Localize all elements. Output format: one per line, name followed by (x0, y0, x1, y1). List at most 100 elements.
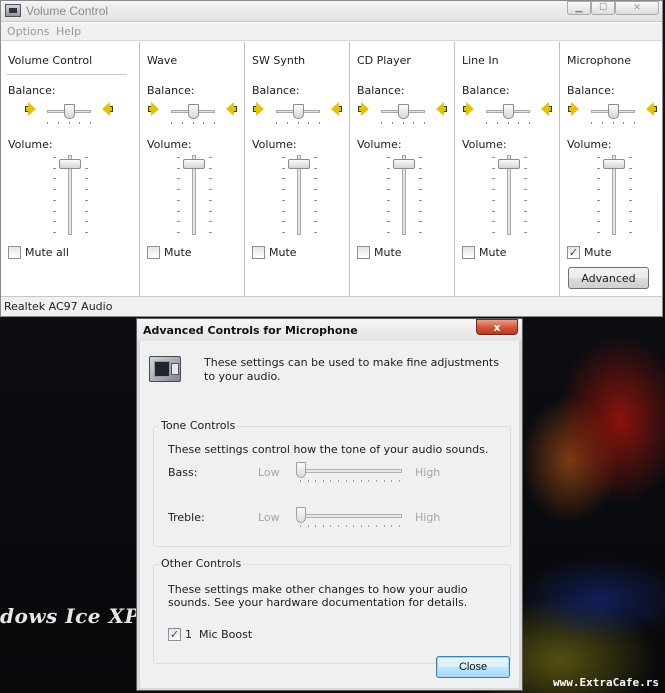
slider-thumb[interactable] (288, 159, 310, 169)
window-title: Volume Control (26, 4, 109, 18)
menu-options[interactable]: Options (7, 25, 49, 38)
treble-label: Treble: (168, 511, 205, 524)
slider-thumb[interactable] (398, 104, 409, 119)
volume-label: Volume: (357, 138, 402, 151)
mute-checkbox[interactable]: Mute (147, 246, 192, 259)
treble-slider[interactable] (296, 507, 402, 527)
column-title: CD Player (357, 54, 411, 67)
minimize-button[interactable]: ▁ (567, 1, 591, 15)
volume-slider[interactable] (282, 155, 317, 237)
column-wave: Wave Balance: Volume: Mute (140, 42, 244, 296)
slider-thumb[interactable] (296, 462, 306, 478)
mic-boost-checkbox[interactable]: ✓ 1 Mic Boost (168, 628, 252, 641)
column-cd-player: CD Player Balance: Volume: Mute (350, 42, 454, 296)
slider-thumb[interactable] (293, 104, 304, 119)
advanced-controls-dialog: Advanced Controls for Microphone x These… (136, 318, 523, 691)
slider-thumb[interactable] (608, 104, 619, 119)
mute-label: Mute (479, 246, 507, 259)
dialog-title-bar[interactable]: Advanced Controls for Microphone x (137, 319, 522, 341)
speaker-left-icon (253, 102, 265, 116)
bass-high-label: High (415, 466, 441, 479)
slider-thumb[interactable] (603, 159, 625, 169)
checkbox-box[interactable]: ✓ (567, 246, 580, 259)
checkbox-box[interactable] (357, 246, 370, 259)
close-icon: ✕ (633, 3, 641, 13)
mute-checkbox[interactable]: Mute (462, 246, 507, 259)
column-sw-synth: SW Synth Balance: Volume: Mute (245, 42, 349, 296)
watermark: www.ExtraCafe.rs (553, 676, 659, 689)
group-description: These settings control how the tone of y… (168, 443, 489, 456)
balance-label: Balance: (147, 84, 195, 97)
speaker-left-icon (358, 102, 370, 116)
menu-help[interactable]: Help (56, 25, 81, 38)
checkbox-box[interactable] (462, 246, 475, 259)
slider-thumb[interactable] (59, 159, 81, 169)
volume-slider[interactable] (597, 155, 632, 237)
balance-label: Balance: (357, 84, 405, 97)
group-description: These settings make other changes to how… (168, 583, 468, 609)
balance-slider[interactable] (381, 104, 425, 126)
column-volume-control: Volume Control Balance: Volume: Mute all (1, 42, 139, 296)
slider-thumb[interactable] (296, 507, 306, 523)
menu-bar: Options Help (1, 23, 662, 41)
speaker-right-icon (225, 102, 237, 116)
mute-label: Mute (164, 246, 192, 259)
column-title: Volume Control (8, 54, 93, 67)
bass-slider[interactable] (296, 462, 402, 482)
volume-control-app-icon (5, 4, 21, 17)
treble-high-label: High (415, 511, 441, 524)
speaker-right-icon (101, 102, 113, 116)
bass-low-label: Low (258, 466, 280, 479)
volume-slider[interactable] (177, 155, 212, 237)
balance-slider[interactable] (47, 104, 91, 126)
checkbox-box[interactable] (8, 246, 21, 259)
balance-slider[interactable] (486, 104, 530, 126)
column-title: SW Synth (252, 54, 306, 67)
dialog-body: These settings can be used to make fine … (141, 342, 518, 688)
audio-device-icon (149, 356, 181, 382)
mute-checkbox[interactable]: Mute (252, 246, 297, 259)
mute-checkbox[interactable]: Mute (357, 246, 402, 259)
slider-thumb[interactable] (64, 104, 75, 119)
balance-label: Balance: (462, 84, 510, 97)
checkbox-box[interactable]: ✓ (168, 628, 181, 641)
checkbox-box[interactable] (252, 246, 265, 259)
balance-slider[interactable] (171, 104, 215, 126)
speaker-left-icon (463, 102, 475, 116)
advanced-button[interactable]: Advanced (568, 267, 649, 289)
volume-slider[interactable] (53, 155, 88, 237)
speaker-right-icon (330, 102, 342, 116)
mute-label: Mute (269, 246, 297, 259)
volume-slider[interactable] (387, 155, 422, 237)
balance-slider[interactable] (276, 104, 320, 126)
speaker-right-icon (645, 102, 657, 116)
volume-slider[interactable] (492, 155, 527, 237)
dialog-close-button[interactable]: x (476, 319, 518, 335)
close-button[interactable]: Close (436, 656, 510, 678)
balance-slider[interactable] (591, 104, 635, 126)
speaker-left-icon (568, 102, 580, 116)
close-button[interactable]: ✕ (615, 1, 659, 15)
mic-boost-label: 1 Mic Boost (185, 628, 253, 641)
status-bar: Realtek AC97 Audio (1, 296, 662, 316)
volume-label: Volume: (252, 138, 297, 151)
treble-low-label: Low (258, 511, 280, 524)
slider-thumb[interactable] (503, 104, 514, 119)
maximize-button[interactable]: ☐ (591, 1, 615, 15)
volume-label: Volume: (567, 138, 612, 151)
mute-checkbox[interactable]: ✓ Mute (567, 246, 612, 259)
slider-thumb[interactable] (183, 159, 205, 169)
slider-thumb[interactable] (393, 159, 415, 169)
maximize-icon: ☐ (598, 3, 608, 13)
mute-all-checkbox[interactable]: Mute all (8, 246, 69, 259)
mute-label: Mute (374, 246, 402, 259)
title-bar[interactable]: Volume Control ▁ ☐ ✕ (1, 1, 662, 22)
slider-thumb[interactable] (498, 159, 520, 169)
other-controls-group: Other Controls These settings make other… (153, 557, 511, 664)
volume-control-window: Volume Control ▁ ☐ ✕ Options Help Volume… (0, 0, 663, 317)
checkbox-box[interactable] (147, 246, 160, 259)
slider-thumb[interactable] (188, 104, 199, 119)
device-name: Realtek AC97 Audio (4, 300, 113, 313)
title-divider (7, 74, 127, 75)
intro-text: These settings can be used to make fine … (204, 356, 499, 383)
